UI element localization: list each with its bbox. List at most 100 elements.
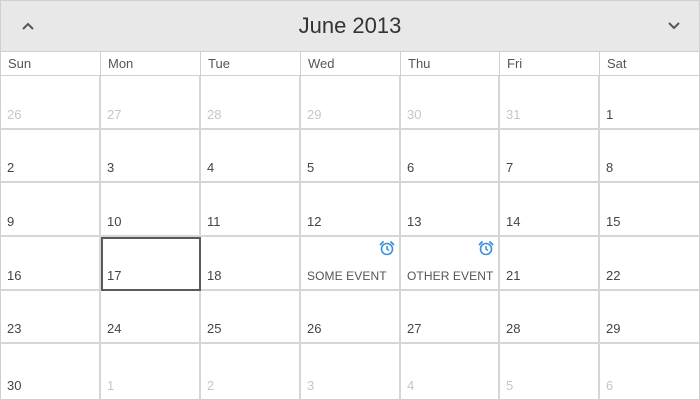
alarm-clock-icon [379, 241, 395, 256]
day-cell[interactable]: 5 [301, 130, 401, 183]
day-cell[interactable]: 29 [301, 76, 401, 130]
day-cell[interactable]: 1 [101, 344, 201, 399]
day-cell[interactable]: 1 [600, 76, 699, 130]
day-number: 18 [207, 268, 222, 283]
day-number: 10 [107, 214, 122, 229]
day-number: 9 [7, 214, 15, 229]
weekday-label: Sun [1, 52, 101, 75]
weekday-label: Mon [101, 52, 201, 75]
day-number: 29 [606, 321, 621, 336]
weekday-label: Thu [401, 52, 500, 75]
day-number: 7 [506, 160, 514, 175]
day-cell[interactable]: 18 [201, 237, 301, 291]
day-number: 1 [107, 378, 115, 393]
day-number: 5 [307, 160, 315, 175]
day-number: 3 [107, 160, 115, 175]
event-day-cell[interactable]: SOME EVENT [301, 237, 401, 291]
day-number: 4 [407, 378, 415, 393]
day-cell[interactable]: 23 [1, 291, 101, 344]
month-title: June 2013 [298, 13, 402, 38]
day-cell[interactable]: 28 [201, 76, 301, 130]
day-number: 1 [606, 107, 614, 122]
day-cell[interactable]: 24 [101, 291, 201, 344]
next-month-button[interactable] [661, 13, 687, 39]
weekday-label: Sat [607, 56, 627, 71]
day-number: 30 [407, 107, 422, 122]
day-cell[interactable]: 27 [101, 76, 201, 130]
day-number: 29 [307, 107, 322, 122]
day-number: 4 [207, 160, 215, 175]
day-number: 2 [207, 378, 215, 393]
day-cell[interactable]: 3 [101, 130, 201, 183]
day-cell[interactable]: 10 [101, 183, 201, 237]
day-cell[interactable]: 2 [1, 130, 101, 183]
day-number: 15 [606, 214, 621, 229]
day-cell[interactable]: 2 [201, 344, 301, 399]
day-cell[interactable]: 27 [401, 291, 500, 344]
day-cell[interactable]: 4 [401, 344, 500, 399]
calendar: June 2013 Sun Mon Tue Wed Thu Fri Sat 26… [0, 0, 700, 400]
day-cell[interactable]: 22 [600, 237, 699, 291]
calendar-header: June 2013 [1, 1, 699, 52]
weekday-label: Wed [301, 52, 401, 75]
event-day-cell[interactable]: OTHER EVENT [401, 237, 500, 291]
day-cell[interactable]: 4 [201, 130, 301, 183]
previous-month-button[interactable] [15, 13, 41, 39]
day-number: 27 [107, 107, 122, 122]
chevron-up-icon [22, 22, 34, 30]
weekday-header-row: Sun Mon Tue Wed Thu Fri Sat [1, 52, 699, 76]
day-number: 22 [606, 268, 621, 283]
day-cell[interactable]: 8 [600, 130, 699, 183]
day-number: 26 [307, 321, 322, 336]
day-cell[interactable]: 7 [500, 130, 600, 183]
day-cell[interactable]: 12 [301, 183, 401, 237]
day-cell[interactable]: 11 [201, 183, 301, 237]
day-cell[interactable]: 16 [1, 237, 101, 291]
day-number: 6 [407, 160, 415, 175]
day-number: 31 [506, 107, 521, 122]
alarm-clock-icon [478, 241, 494, 256]
day-cell[interactable]: 26 [301, 291, 401, 344]
day-cell[interactable]: 15 [600, 183, 699, 237]
day-cell[interactable]: 29 [600, 291, 699, 344]
event-title[interactable]: SOME EVENT [307, 269, 387, 283]
day-number: 25 [207, 321, 222, 336]
day-cell[interactable]: 3 [301, 344, 401, 399]
day-number: 27 [407, 321, 422, 336]
day-cell[interactable]: 30 [401, 76, 500, 130]
day-number: 8 [606, 160, 614, 175]
day-cell[interactable]: 31 [500, 76, 600, 130]
chevron-down-icon [668, 22, 680, 30]
day-cell[interactable]: 13 [401, 183, 500, 237]
day-cell-selected[interactable]: 17 [101, 237, 201, 291]
day-number: 28 [506, 321, 521, 336]
day-cell[interactable]: 6 [600, 344, 699, 399]
month-grid: 26 27 28 29 30 31 1 2 3 4 5 6 7 8 9 10 11 12 13 14 15 16 17 18 S… [1, 76, 699, 399]
day-cell[interactable]: 30 [1, 344, 101, 399]
day-cell[interactable]: 25 [201, 291, 301, 344]
day-cell[interactable]: 26 [1, 76, 101, 130]
day-cell[interactable]: 14 [500, 183, 600, 237]
day-cell[interactable]: 9 [1, 183, 101, 237]
day-number: 6 [606, 378, 614, 393]
day-number: 11 [207, 214, 221, 229]
weekday-label: Tue [201, 52, 301, 75]
day-cell[interactable]: 28 [500, 291, 600, 344]
day-number: 24 [107, 321, 122, 336]
day-number: 21 [506, 268, 521, 283]
day-cell[interactable]: 6 [401, 130, 500, 183]
weekday-label: Fri [500, 52, 600, 75]
day-number: 28 [207, 107, 222, 122]
day-number: 30 [7, 378, 22, 393]
day-number: 16 [7, 268, 22, 283]
event-title[interactable]: OTHER EVENT [407, 269, 493, 283]
day-cell[interactable]: 5 [500, 344, 600, 399]
day-number: 12 [307, 214, 322, 229]
day-number: 23 [7, 321, 22, 336]
day-number: 26 [7, 107, 22, 122]
day-cell[interactable]: 21 [500, 237, 600, 291]
day-number: 13 [407, 214, 422, 229]
day-number: 5 [506, 378, 514, 393]
day-number: 17 [107, 268, 122, 283]
day-number: 14 [506, 214, 521, 229]
